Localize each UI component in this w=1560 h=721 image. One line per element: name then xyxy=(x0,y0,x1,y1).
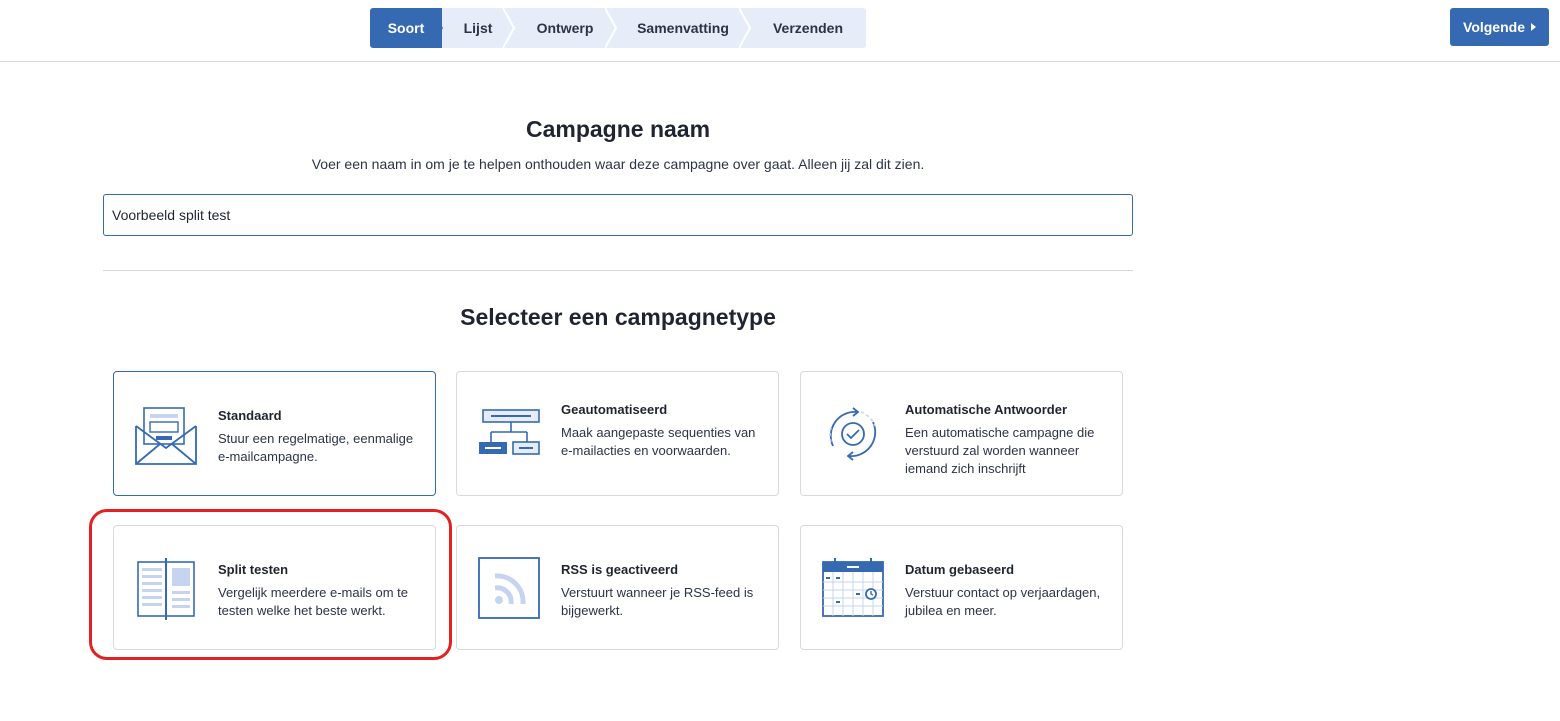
campaign-name-input[interactable] xyxy=(103,194,1133,236)
campaign-type-title: Selecteer een campagnetype xyxy=(460,304,776,330)
step-separator-icon xyxy=(739,8,751,48)
wizard-steps: Soort Lijst Ontwerp Samenvatting Verzend… xyxy=(370,8,866,48)
calendar-icon xyxy=(822,558,884,617)
next-button-label: Volgende xyxy=(1463,19,1525,35)
step-samenvatting[interactable]: Samenvatting xyxy=(616,8,751,48)
step-verzenden[interactable]: Verzenden xyxy=(750,8,866,48)
campaign-type-card-geautomatiseerd[interactable]: Geautomatiseerd Maak aangepaste sequenti… xyxy=(456,371,779,496)
top-bar: Soort Lijst Ontwerp Samenvatting Verzend… xyxy=(0,0,1560,62)
step-label: Lijst xyxy=(463,20,493,36)
rss-icon xyxy=(478,557,540,619)
card-description: Stuur een regelmatige, eenmalige e-mailc… xyxy=(218,431,414,464)
divider xyxy=(103,270,1133,271)
campaign-name-title: Campagne naam xyxy=(525,116,711,142)
autoresponder-cycle-icon xyxy=(829,407,877,461)
campaign-type-card-rss[interactable]: RSS is geactiveerd Verstuurt wanneer je … xyxy=(456,525,779,650)
campaign-name-subtitle: Voer een naam in om je te helpen onthoud… xyxy=(311,156,925,172)
step-label: Soort xyxy=(387,20,425,36)
envelope-icon xyxy=(135,407,197,465)
card-title: Geautomatiseerd xyxy=(561,402,668,417)
step-lijst[interactable]: Lijst xyxy=(442,8,515,48)
card-title: RSS is geactiveerd xyxy=(561,562,679,577)
step-soort[interactable]: Soort xyxy=(370,8,443,48)
step-separator-icon xyxy=(431,8,443,48)
next-button[interactable]: Volgende xyxy=(1450,8,1549,46)
caret-right-icon xyxy=(1530,23,1536,31)
step-label: Verzenden xyxy=(772,20,844,36)
card-description: Verstuurt wanneer je RSS-feed is bijgewe… xyxy=(561,585,754,618)
card-description: Een automatische campagne die verstuurd … xyxy=(905,425,1095,476)
campaign-type-card-standaard[interactable]: Standaard Stuur een regelmatige, eenmali… xyxy=(113,371,436,496)
automation-flow-icon xyxy=(479,409,540,455)
card-description: Maak aangepaste sequenties van e-mailact… xyxy=(561,425,756,458)
campaign-type-card-datum-gebaseerd[interactable]: Datum gebaseerd Verstuur contact op verj… xyxy=(800,525,1123,650)
step-label: Samenvatting xyxy=(637,20,729,36)
step-separator-icon xyxy=(605,8,617,48)
card-title: Automatische Antwoorder xyxy=(905,402,1068,417)
card-title: Datum gebaseerd xyxy=(905,562,1015,577)
step-separator-icon xyxy=(503,8,515,48)
step-label: Ontwerp xyxy=(536,20,594,36)
card-description: Verstuur contact op verjaardagen, jubile… xyxy=(905,585,1101,618)
step-ontwerp[interactable]: Ontwerp xyxy=(514,8,617,48)
campaign-type-card-automatische-antwoorder[interactable]: Automatische Antwoorder Een automatische… xyxy=(800,371,1123,496)
highlight-annotation xyxy=(89,509,452,660)
card-title: Standaard xyxy=(218,408,282,423)
